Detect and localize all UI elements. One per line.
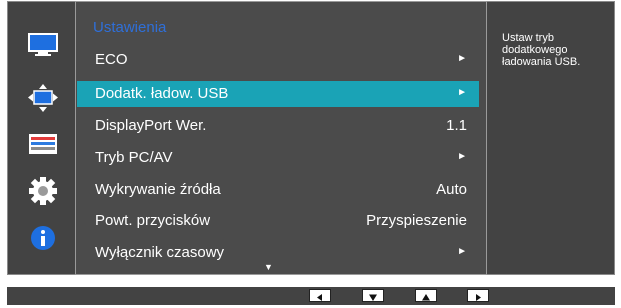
nav-left-button[interactable]	[309, 289, 331, 302]
osd-window: Ustawienia ECO ► Dodatk. ładow. USB ► Displa…	[7, 1, 615, 275]
size-position-icon[interactable]	[28, 83, 58, 113]
up-arrow-icon	[422, 294, 430, 301]
monitor-icon[interactable]	[28, 30, 58, 60]
menu-item[interactable]: Dodatk. ładow. USB ►	[77, 81, 479, 107]
submenu-arrow-icon: ►	[457, 246, 467, 257]
menu-item[interactable]: DisplayPort Wer. 1.1	[77, 113, 479, 139]
menu-title: Ustawienia	[93, 19, 167, 36]
menu-item[interactable]: Powt. przycisków Przyspieszenie	[77, 208, 479, 234]
right-arrow-icon	[476, 294, 481, 301]
menu-item-label: ECO	[95, 51, 128, 68]
color-bars-icon[interactable]	[28, 129, 58, 159]
info-icon[interactable]	[28, 223, 58, 253]
nav-right-button[interactable]	[467, 289, 489, 302]
down-arrow-icon	[369, 294, 377, 301]
menu-item[interactable]: Wyłącznik czasowy ►	[77, 240, 479, 266]
submenu-arrow-icon: ►	[457, 151, 467, 162]
menu-item-label: Wyłącznik czasowy	[95, 244, 225, 261]
menu-item-value: Auto	[436, 181, 467, 198]
menu-item-label: Dodatk. ładow. USB	[95, 85, 229, 102]
submenu-arrow-icon: ►	[457, 53, 467, 64]
nav-down-button[interactable]	[362, 289, 384, 302]
navigation-bar	[7, 287, 615, 305]
osd-sidebar	[8, 2, 76, 274]
help-text: Ustaw tryb dodatkowego ładowania USB.	[502, 32, 581, 68]
nav-up-button[interactable]	[415, 289, 437, 302]
settings-gear-icon[interactable]	[28, 176, 58, 206]
menu-item-label: Powt. przycisków	[95, 212, 211, 229]
menu-item[interactable]: Wykrywanie źródła Auto	[77, 177, 479, 203]
menu-item-label: Tryb PC/AV	[95, 149, 173, 166]
submenu-arrow-icon: ►	[457, 87, 467, 98]
scroll-down-icon[interactable]: ▼	[264, 262, 273, 272]
left-arrow-icon	[317, 294, 322, 301]
menu-item-value: Przyspieszenie	[366, 212, 467, 229]
menu-item-label: DisplayPort Wer.	[95, 117, 207, 134]
help-panel: Ustaw tryb dodatkowego ładowania USB.	[486, 2, 614, 274]
menu-item-label: Wykrywanie źródła	[95, 181, 221, 198]
settings-menu: Ustawienia ECO ► Dodatk. ładow. USB ► Displa…	[75, 1, 487, 275]
menu-item[interactable]: Tryb PC/AV ►	[77, 145, 479, 171]
menu-item[interactable]: ECO ►	[77, 47, 479, 73]
menu-item-value: 1.1	[446, 117, 467, 134]
